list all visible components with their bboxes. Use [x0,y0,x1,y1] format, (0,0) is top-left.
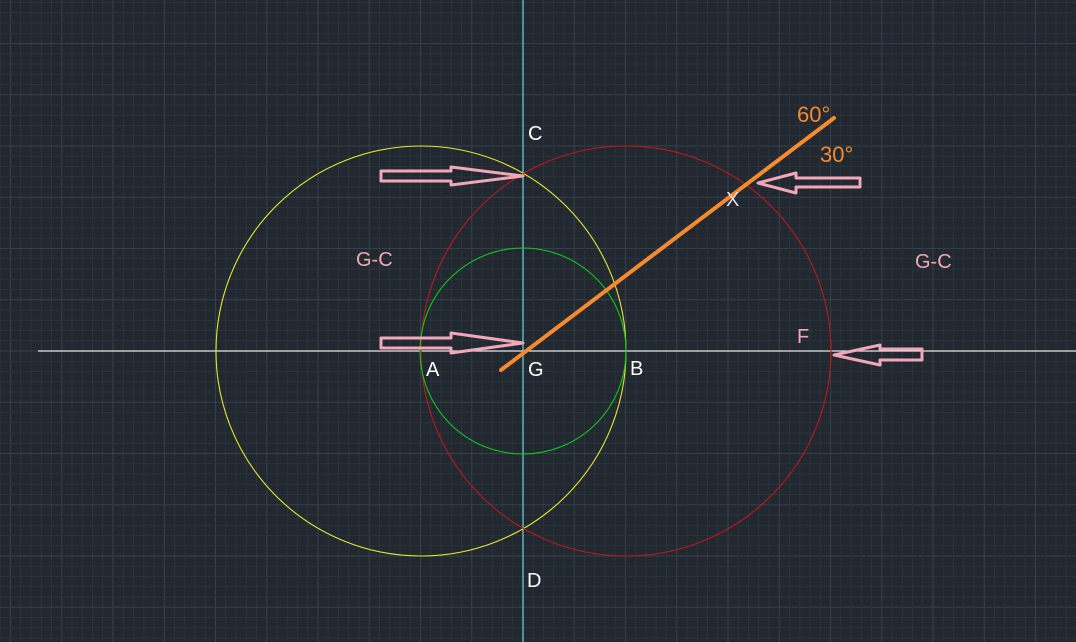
arrow-to-c-intersection [379,165,525,187]
grid [0,0,1076,642]
angle-label-30: 30° [820,142,853,167]
point-label-f: F [797,326,809,348]
point-label-b: B [630,358,643,380]
point-label-g: G [528,359,544,381]
point-label-c: C [528,123,542,145]
arrow-to-a-point [379,331,525,355]
cad-canvas[interactable]: C A G B D X F G-C G-C 60° 30° [0,0,1076,642]
point-label-d: D [527,570,541,592]
angle-label-60: 60° [797,102,830,127]
region-label-right: G-C [915,251,952,273]
arrow-to-f-point [832,343,924,367]
arrow-to-x-point [756,171,862,195]
region-label-left: G-C [356,249,393,271]
point-label-a: A [426,359,440,381]
point-label-x: X [726,189,739,211]
drawing-area[interactable]: C A G B D X F G-C G-C 60° 30° [0,0,1076,642]
